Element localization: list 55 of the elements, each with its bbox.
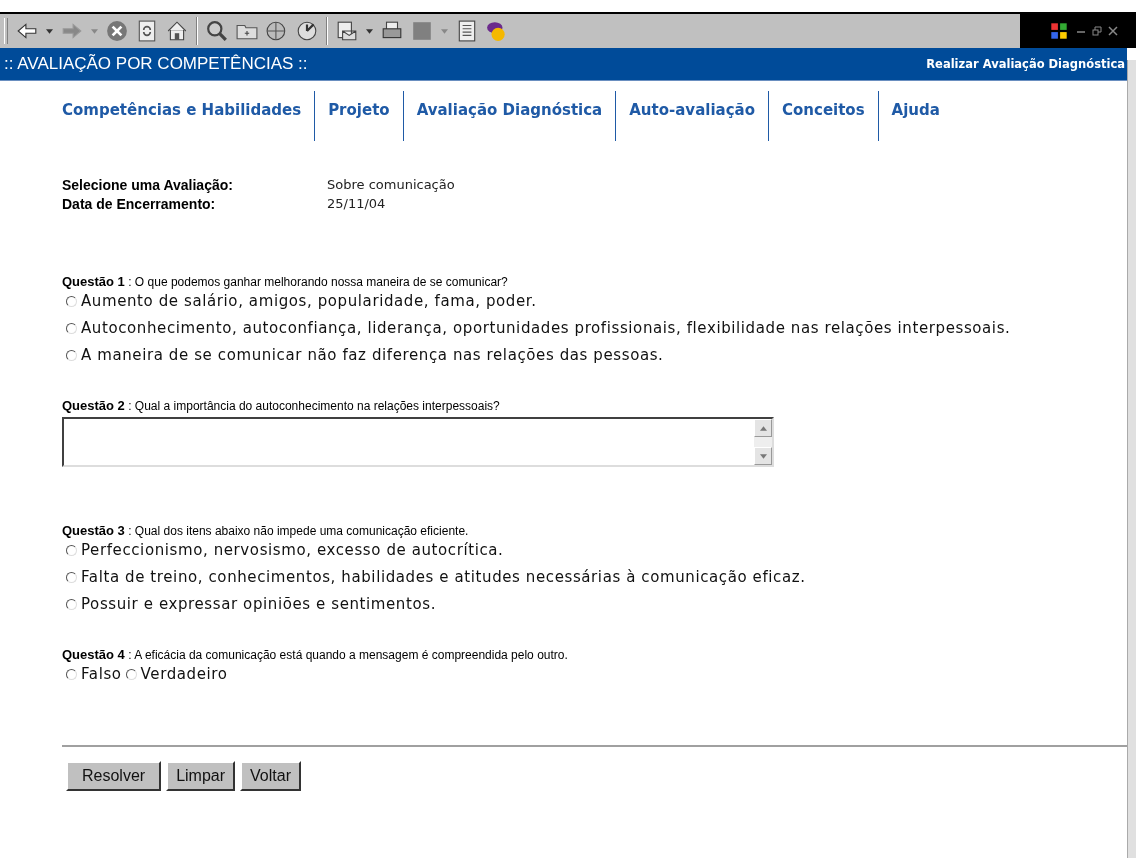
close-icon[interactable]	[1108, 26, 1118, 36]
option-label: Verdadeiro	[140, 666, 228, 683]
globe-icon[interactable]	[266, 20, 288, 42]
option-label: Aumento de salário, amigos, popularidade, fama, poder.	[81, 293, 537, 310]
answer-box[interactable]	[62, 417, 774, 467]
nav-link[interactable]: Projeto	[314, 91, 403, 141]
refresh-icon[interactable]	[136, 20, 158, 42]
radio-button[interactable]	[66, 599, 77, 610]
option-label: Falta de treino, conhecimentos, habilidades e atitudes necessárias à comunicação eficaz.	[81, 569, 806, 586]
caret-icon[interactable]	[366, 28, 373, 34]
question-text: Questão 2 : Qual a importância do autoconhecimento na relações interpessoais?	[62, 398, 501, 413]
caret-icon[interactable]	[46, 28, 53, 34]
option-label: Perfeccionismo, nervosismo, excesso de autocrítica.	[81, 542, 504, 559]
form-button[interactable]: Voltar	[240, 761, 301, 791]
option-label: Possuir e expressar opiniões e sentimentos.	[81, 596, 437, 613]
radio-button[interactable]	[66, 296, 77, 307]
app-title: :: AVALIAÇÃO POR COMPETÊNCIAS ::	[4, 54, 308, 74]
radio-button[interactable]	[66, 350, 77, 361]
info-value: Sobre comunicação	[327, 177, 456, 193]
info-label: Selecione uma Avaliação:	[62, 177, 234, 193]
question-text: Questão 1 : O que podemos ganhar melhorando nossa maneira de se comunicar?	[62, 274, 509, 289]
page-title: Realizar Avaliação Diagnóstica	[926, 57, 1125, 71]
radio-button[interactable]	[66, 545, 77, 556]
nav-link[interactable]: Competências e Habilidades	[58, 91, 315, 141]
clock-icon[interactable]	[296, 20, 318, 42]
form-button[interactable]: Limpar	[166, 761, 236, 791]
mail-icon[interactable]	[336, 20, 358, 42]
nav-link[interactable]: Ajuda	[877, 91, 953, 141]
messenger-icon[interactable]	[486, 20, 508, 42]
option-label: Autoconhecimento, autoconfiança, liderança, oportunidades profissionais, flexibilidade nas relações interpessoais.	[81, 320, 1011, 337]
question-text: Questão 3 : Qual dos itens abaixo não impede uma comunicação eficiente.	[62, 523, 470, 538]
home-icon[interactable]	[166, 20, 188, 42]
up-arrow-icon[interactable]	[759, 425, 767, 431]
down-arrow-icon[interactable]	[759, 453, 767, 459]
radio-button[interactable]	[66, 323, 77, 334]
back-arrow-icon[interactable]	[16, 20, 38, 42]
option-label: Falso	[81, 666, 122, 683]
restore-icon[interactable]	[1092, 26, 1102, 36]
info-value: 25/11/04	[327, 196, 387, 212]
radio-button[interactable]	[66, 572, 77, 583]
form-button[interactable]: Resolver	[66, 761, 162, 791]
nav-link[interactable]: Avaliação Diagnóstica	[402, 91, 616, 141]
windows-logo-icon	[1048, 20, 1070, 42]
radio-button[interactable]	[125, 669, 137, 680]
radio-button[interactable]	[66, 669, 77, 680]
page-scrollbar[interactable]	[1127, 60, 1136, 858]
scrollbar[interactable]	[754, 419, 772, 465]
nav-link[interactable]: Conceitos	[768, 91, 878, 141]
question-text: Questão 4 : A eficácia da comunicação está quando a mensagem é compreendida pelo outro.	[62, 647, 569, 662]
search-icon[interactable]	[206, 20, 228, 42]
option-label: A maneira de se comunicar não faz diferença nas relações das pessoas.	[81, 347, 664, 364]
nav-link[interactable]: Auto-avaliação	[615, 91, 768, 141]
document-icon[interactable]	[456, 20, 478, 42]
stop-icon[interactable]	[106, 20, 128, 42]
info-label: Data de Encerramento:	[62, 196, 217, 212]
